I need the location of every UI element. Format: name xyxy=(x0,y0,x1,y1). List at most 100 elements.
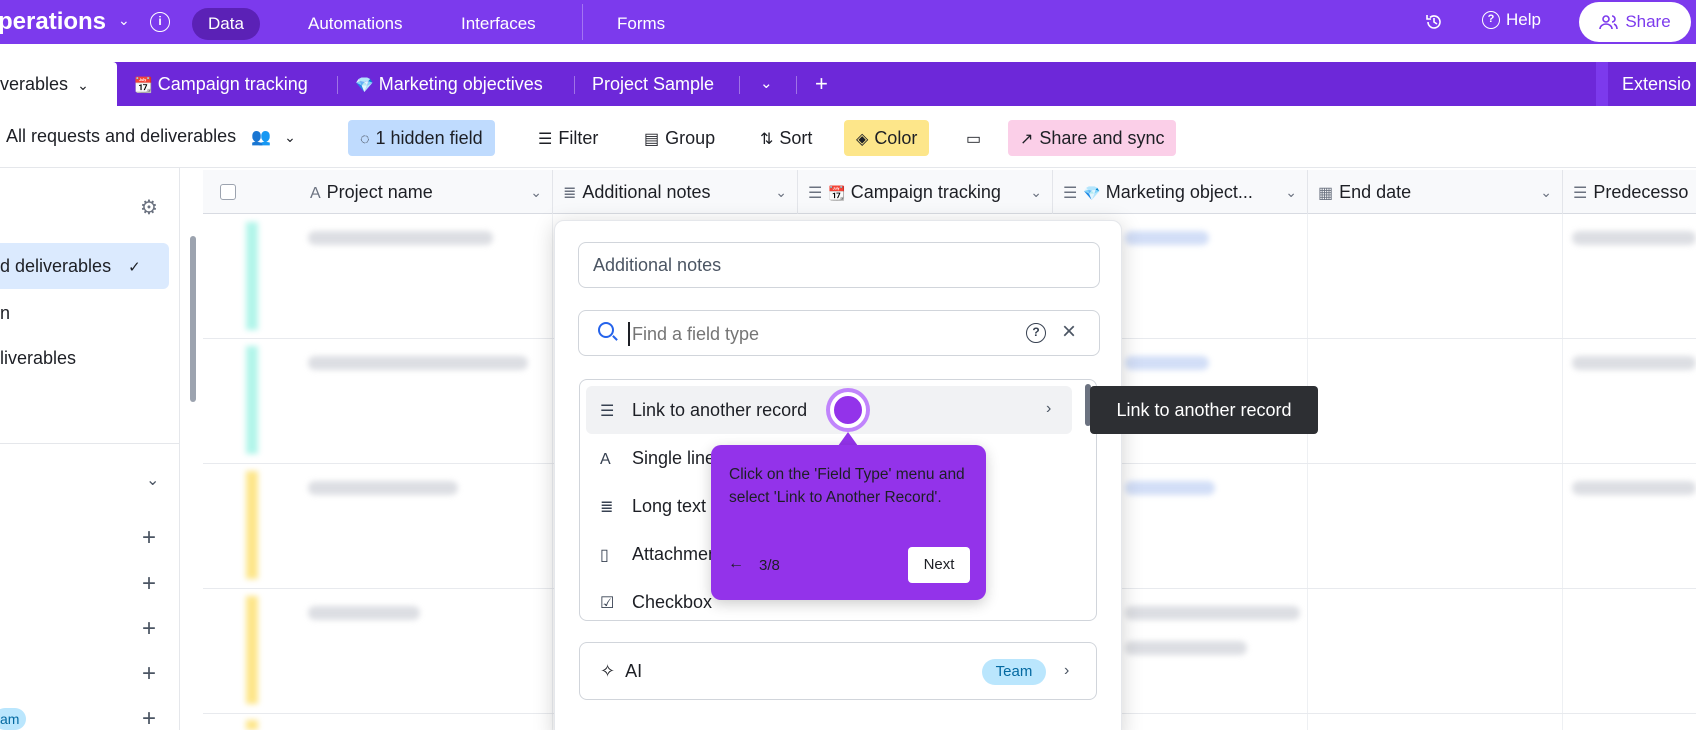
hidden-fields-button[interactable]: ◌ 1 hidden field xyxy=(348,120,495,156)
column-header-additional-notes[interactable]: ≣ Additional notes ⌄ xyxy=(552,170,797,214)
collaborators-icon: 👥 xyxy=(251,129,272,146)
gem-emoji-icon: 💎 xyxy=(355,77,374,94)
gear-icon[interactable]: ⚙ xyxy=(140,195,158,220)
plus-icon[interactable]: + xyxy=(142,524,156,552)
long-text-icon: ≣ xyxy=(600,499,614,516)
field-type-single-line[interactable]: A Single line xyxy=(600,448,715,469)
hidden-fields-label: 1 hidden field xyxy=(375,128,483,148)
column-label: End date xyxy=(1339,182,1412,202)
row-height-icon: ▭ xyxy=(966,131,982,148)
column-header-marketing-objectives[interactable]: ☰ 💎 Marketing object... ⌄ xyxy=(1052,170,1307,214)
field-type-label: Single line xyxy=(632,448,716,468)
calendar-emoji-icon: 📆 xyxy=(828,185,846,201)
field-type-link-to-another-record[interactable]: ☰ Link to another record xyxy=(600,400,807,421)
blurred-cell xyxy=(308,231,493,245)
close-icon[interactable]: × xyxy=(1062,318,1076,346)
tab-active-label: verables xyxy=(0,74,69,94)
team-plan-badge: Team xyxy=(982,659,1046,685)
nav-data[interactable]: Data xyxy=(192,8,260,40)
field-name-input[interactable]: Additional notes xyxy=(578,242,1100,288)
guide-hotspot[interactable] xyxy=(830,392,866,428)
ai-option[interactable]: ✧ AI xyxy=(600,661,642,682)
field-type-checkbox[interactable]: ☑ Checkbox xyxy=(600,592,712,613)
sort-button[interactable]: ⇅ Sort xyxy=(748,120,824,156)
field-type-long-text[interactable]: ≣ Long text xyxy=(600,496,706,517)
attachment-icon: ▯ xyxy=(600,547,609,564)
chevron-down-icon[interactable]: ⌄ xyxy=(146,470,159,490)
column-label: Project name xyxy=(326,182,433,202)
filter-label: Filter xyxy=(558,128,599,148)
plus-icon[interactable]: + xyxy=(815,62,828,106)
group-button[interactable]: ▤ Group xyxy=(632,120,727,156)
chevron-down-icon[interactable]: ⌄ xyxy=(775,170,787,214)
chevron-right-icon[interactable]: › xyxy=(1046,400,1051,418)
search-icon xyxy=(598,322,614,338)
chevron-down-icon[interactable]: ⌄ xyxy=(1030,170,1042,214)
sidebar-scrollbar[interactable] xyxy=(190,236,196,402)
history-icon[interactable] xyxy=(1424,12,1444,32)
column-header-campaign-tracking[interactable]: ☰ 📆 Campaign tracking ⌄ xyxy=(797,170,1052,214)
check-icon: ✓ xyxy=(128,259,141,276)
tab-campaign-tracking[interactable]: 📆 Campaign tracking xyxy=(134,62,308,106)
plus-icon[interactable]: + xyxy=(142,615,156,643)
nav-automations[interactable]: Automations xyxy=(292,8,419,40)
help-button[interactable]: ? Help xyxy=(1482,10,1541,30)
select-all-checkbox[interactable] xyxy=(220,184,236,200)
group-icon: ▤ xyxy=(644,131,660,148)
row-height-button[interactable]: ▭ xyxy=(954,120,999,156)
column-label: Campaign tracking xyxy=(850,182,1001,202)
base-name[interactable]: perations xyxy=(0,8,106,36)
plus-icon[interactable]: + xyxy=(142,570,156,598)
chevron-down-icon[interactable]: ⌄ xyxy=(118,12,130,29)
chevron-right-icon[interactable]: › xyxy=(1064,662,1069,680)
chevron-down-icon[interactable]: ⌄ xyxy=(77,77,89,93)
guide-step-counter: 3/8 xyxy=(759,557,780,574)
color-button[interactable]: ◈ Color xyxy=(844,120,930,156)
calendar-icon: ▦ xyxy=(1318,185,1334,202)
tab-divider xyxy=(574,76,575,94)
tab-project-sample[interactable]: Project Sample xyxy=(592,62,714,106)
chevron-down-icon[interactable]: ⌄ xyxy=(760,62,773,106)
guide-next-button[interactable]: Next xyxy=(908,547,970,583)
sidebar-view-item[interactable]: n xyxy=(0,303,10,324)
sidebar-view-label: d deliverables xyxy=(0,256,112,276)
nav-divider xyxy=(582,4,583,40)
tab-divider xyxy=(739,76,740,94)
nav-interfaces[interactable]: Interfaces xyxy=(445,8,552,40)
share-button[interactable]: Share xyxy=(1579,2,1691,42)
question-icon[interactable]: ? xyxy=(1026,323,1046,343)
plus-icon[interactable]: + xyxy=(142,660,156,688)
tab-active[interactable]: verables ⌄ xyxy=(0,62,117,106)
sidebar-view-item[interactable]: d deliverables ✓ xyxy=(0,256,141,277)
blurred-cell xyxy=(1125,606,1300,620)
view-switcher[interactable]: All requests and deliverables 👥 ⌄ xyxy=(6,126,296,147)
info-icon[interactable]: i xyxy=(150,12,170,32)
group-label: Group xyxy=(665,128,716,148)
extensions-button[interactable]: Extensio xyxy=(1608,62,1696,106)
column-header-end-date[interactable]: ▦ End date ⌄ xyxy=(1307,170,1562,214)
sidebar-view-item[interactable]: liverables xyxy=(0,348,76,369)
blurred-cell xyxy=(1125,481,1215,495)
sort-icon: ⇅ xyxy=(760,131,774,148)
chevron-down-icon[interactable]: ⌄ xyxy=(1285,170,1297,214)
filter-icon: ☰ xyxy=(538,131,553,148)
field-type-tooltip: Link to another record xyxy=(1090,386,1318,434)
sort-label: Sort xyxy=(779,128,813,148)
field-type-search-input[interactable] xyxy=(628,322,1008,346)
filter-button[interactable]: ☰ Filter xyxy=(526,120,610,156)
column-header-predecessors[interactable]: ☰ Predecesso xyxy=(1562,170,1696,214)
tab-marketing-objectives[interactable]: 💎 Marketing objectives xyxy=(355,62,543,106)
row-color-stripe xyxy=(246,596,258,704)
plus-icon[interactable]: + xyxy=(142,705,156,730)
column-header-project-name[interactable]: A Project name ⌄ xyxy=(300,170,552,214)
field-type-label: Long text xyxy=(632,496,707,516)
row-color-stripe xyxy=(246,346,258,454)
chevron-down-icon[interactable]: ⌄ xyxy=(530,170,542,214)
field-type-attachment[interactable]: ▯ Attachment xyxy=(600,544,723,565)
tab-divider xyxy=(796,76,797,94)
nav-forms[interactable]: Forms xyxy=(601,8,681,40)
chevron-down-icon[interactable]: ⌄ xyxy=(1540,170,1552,214)
share-sync-button[interactable]: ↗ Share and sync xyxy=(1008,120,1177,156)
arrow-left-icon[interactable]: ← xyxy=(728,555,744,573)
chevron-down-icon[interactable]: ⌄ xyxy=(284,129,296,145)
